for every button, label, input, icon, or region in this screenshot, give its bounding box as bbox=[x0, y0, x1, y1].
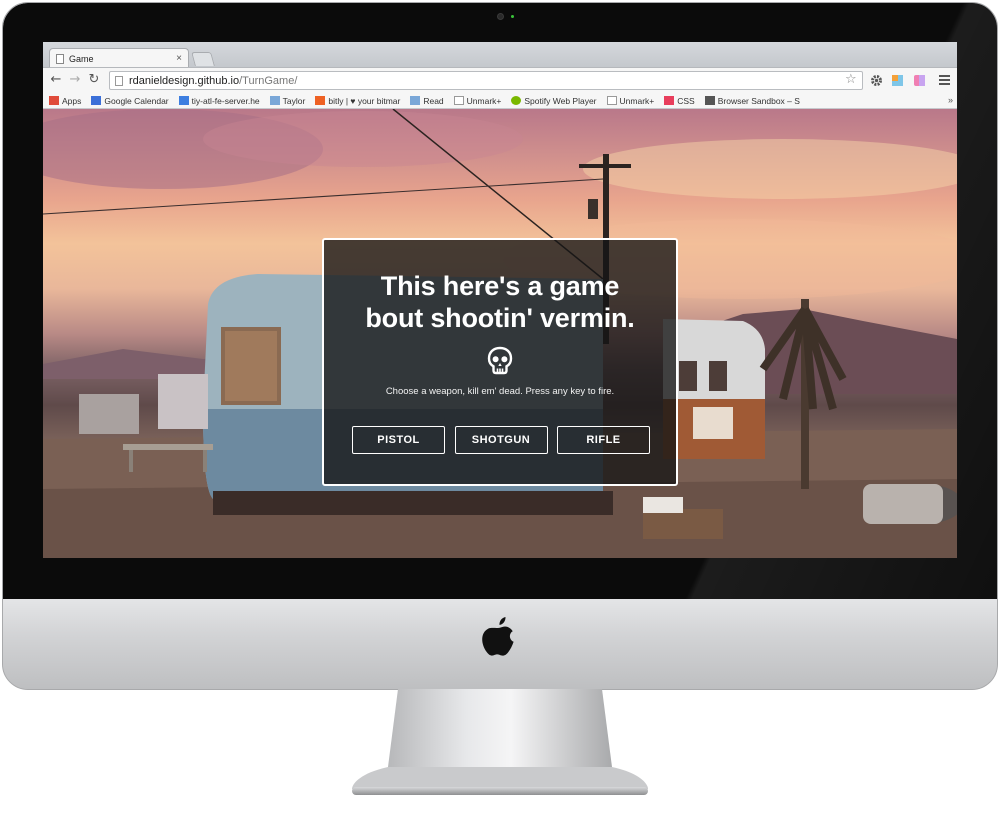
gear-icon[interactable] bbox=[870, 74, 883, 87]
apps-grid-icon bbox=[49, 96, 59, 105]
bookmark-item[interactable]: tiy-atl-fe-server.he bbox=[178, 95, 260, 106]
reload-icon[interactable]: ↻ bbox=[87, 73, 101, 87]
shotgun-button[interactable]: SHOTGUN bbox=[454, 426, 548, 454]
bookmark-item[interactable]: Unmark+ bbox=[606, 95, 655, 106]
back-arrow-icon[interactable]: ← bbox=[49, 73, 63, 87]
menu-icon[interactable] bbox=[939, 75, 950, 85]
folder-icon bbox=[269, 96, 280, 105]
tab-close-icon[interactable]: × bbox=[176, 53, 182, 64]
extension-icon[interactable] bbox=[913, 74, 926, 87]
tab-strip: Game × bbox=[43, 42, 957, 68]
bookmark-label: Google Calendar bbox=[104, 95, 169, 106]
briefcase-icon bbox=[704, 96, 715, 105]
bookmark-label: Taylor bbox=[282, 95, 306, 106]
bookmark-label: Apps bbox=[62, 95, 82, 106]
forward-arrow-icon[interactable]: → bbox=[68, 73, 82, 87]
url-host: rdanieldesign.github.io bbox=[129, 74, 240, 87]
page-icon bbox=[453, 96, 464, 105]
bookmark-item[interactable]: Apps bbox=[49, 96, 81, 106]
bookmark-item[interactable]: Unmark+ bbox=[453, 95, 502, 106]
css-icon bbox=[664, 96, 675, 105]
pistol-button[interactable]: PISTOL bbox=[352, 426, 445, 454]
bookmark-label: tiy-atl-fe-server.he bbox=[191, 95, 260, 106]
apple-logo-icon bbox=[482, 617, 514, 656]
bookmark-label: Unmark+ bbox=[466, 95, 502, 106]
game-title-line: This here's a game bbox=[380, 271, 620, 301]
folder-icon bbox=[410, 96, 421, 105]
bookmark-item[interactable]: Taylor bbox=[269, 95, 306, 106]
bookmark-label: Spotify Web Player bbox=[524, 95, 597, 106]
url-path: /TurnGame/ bbox=[239, 74, 298, 87]
browser-toolbar: ← → ↻ rdanieldesign.github.io/TurnGame/ … bbox=[43, 67, 957, 93]
bookmark-item[interactable]: Read bbox=[410, 95, 444, 106]
bookmark-item[interactable]: Browser Sandbox – S bbox=[704, 95, 800, 106]
weapon-buttons: PISTOL SHOTGUN RIFLE bbox=[352, 426, 650, 454]
game-title-line: bout shootin' vermin. bbox=[365, 303, 635, 333]
page-icon bbox=[56, 53, 64, 64]
bookmark-item[interactable]: bitly | ♥ your bitmar bbox=[315, 96, 400, 106]
bookmark-label: CSS bbox=[677, 95, 695, 106]
camera-led-icon bbox=[511, 15, 514, 18]
game-dialog: This here's a game bout shootin' vermin.… bbox=[322, 238, 678, 486]
bookmark-label: Read bbox=[423, 95, 444, 106]
bookmarks-bar: Apps Google Calendar tiy-atl-fe-server.he T… bbox=[43, 93, 957, 109]
bookmark-label: Unmark+ bbox=[619, 95, 655, 106]
imac-stand bbox=[352, 689, 648, 795]
bookmark-label: bitly | ♥ your bitmar bbox=[328, 95, 401, 106]
skull-icon bbox=[487, 346, 513, 375]
page-icon bbox=[115, 75, 123, 86]
bookmark-star-icon[interactable]: ☆ bbox=[845, 72, 857, 87]
tab-game[interactable]: Game × bbox=[49, 48, 189, 68]
game-title: This here's a game bout shootin' vermin. bbox=[324, 270, 676, 334]
camera-icon bbox=[497, 13, 504, 20]
tab-title: Game bbox=[69, 53, 94, 64]
new-tab-button[interactable] bbox=[191, 52, 215, 66]
spotify-icon bbox=[511, 96, 522, 105]
extension-icon[interactable] bbox=[891, 74, 904, 87]
page-icon bbox=[606, 96, 617, 105]
bitly-icon bbox=[315, 96, 326, 105]
browser-window: Game × ← → ↻ rdanieldesign.github.io/Tur… bbox=[43, 42, 957, 558]
page-viewport: This here's a game bout shootin' vermin.… bbox=[43, 109, 957, 558]
bookmarks-overflow-icon[interactable]: » bbox=[948, 95, 953, 105]
calendar-icon bbox=[91, 96, 102, 105]
bookmark-item[interactable]: Google Calendar bbox=[91, 95, 169, 106]
game-instructions: Choose a weapon, kill em' dead. Press an… bbox=[385, 386, 615, 397]
bookmark-item[interactable]: CSS bbox=[664, 95, 695, 106]
rifle-button[interactable]: RIFLE bbox=[557, 426, 650, 454]
diamond-icon bbox=[178, 96, 189, 105]
bookmark-item[interactable]: Spotify Web Player bbox=[511, 95, 597, 106]
address-bar[interactable]: rdanieldesign.github.io/TurnGame/ bbox=[109, 71, 863, 90]
bookmark-label: Browser Sandbox – S bbox=[717, 95, 800, 106]
